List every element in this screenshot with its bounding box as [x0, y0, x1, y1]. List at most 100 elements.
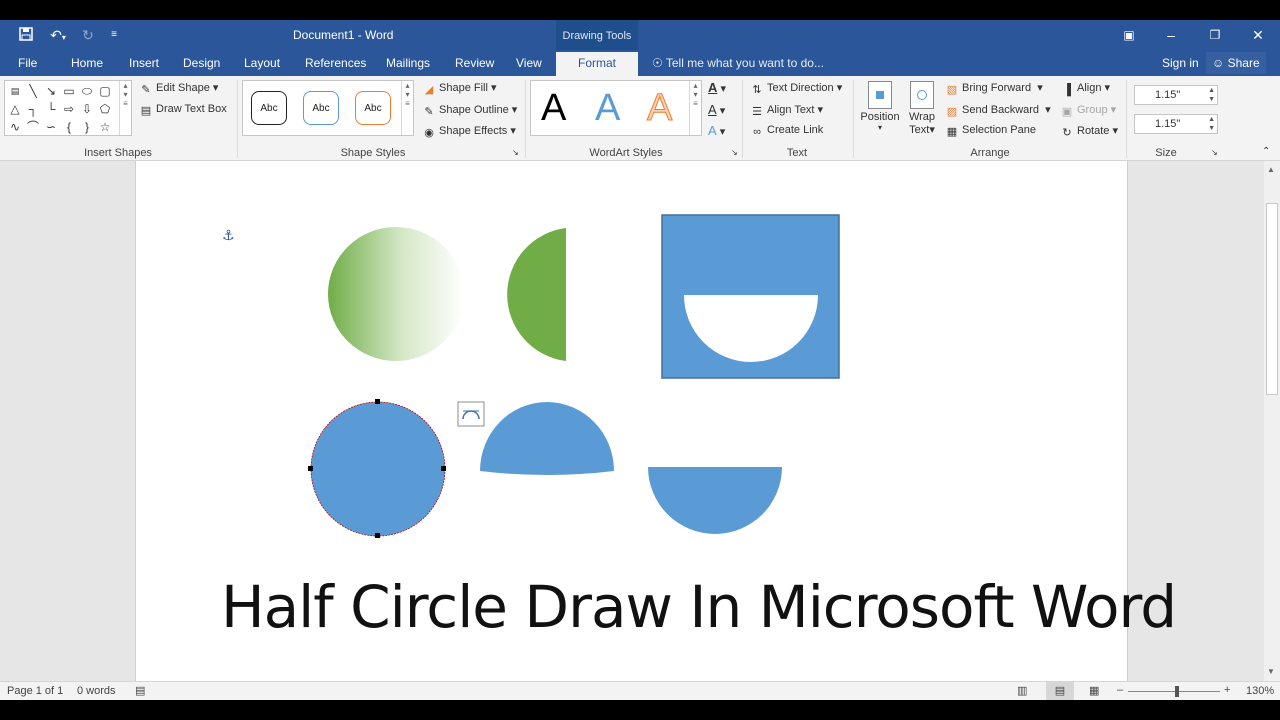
shape-height-field[interactable]: 1.15" ▲ ▼: [1134, 85, 1218, 105]
print-layout-icon[interactable]: ▤: [1046, 682, 1074, 700]
sign-in-link[interactable]: Sign in: [1162, 56, 1199, 70]
position-button[interactable]: Position ▾: [859, 81, 901, 132]
draw-text-box-button[interactable]: ▤ Draw Text Box: [139, 103, 227, 117]
shape-styles-launcher-icon[interactable]: ↘: [512, 148, 519, 157]
blue-upper-half-circle-shape[interactable]: [480, 402, 614, 475]
zoom-level[interactable]: 130%: [1246, 685, 1274, 697]
tab-file[interactable]: File: [18, 56, 37, 70]
width-spinner-icon[interactable]: ▲ ▼: [1208, 115, 1215, 133]
star-shape-icon[interactable]: ☆: [97, 119, 113, 135]
size-launcher-icon[interactable]: ↘: [1211, 148, 1218, 157]
text-box-shape-icon[interactable]: ▤: [7, 83, 23, 99]
wordart-gallery[interactable]: A A A ▴ ▾ ≡: [530, 80, 702, 136]
wordart-style-orange[interactable]: A: [646, 87, 672, 130]
tab-format[interactable]: Format: [556, 52, 638, 76]
text-fill-button[interactable]: A ▾: [708, 80, 726, 95]
customize-icon[interactable]: ≡: [104, 26, 124, 44]
wordart-style-black[interactable]: A: [541, 87, 566, 130]
rounded-rectangle-shape-icon[interactable]: ▢: [97, 83, 113, 99]
edit-shape-button[interactable]: ✎ Edit Shape ▾: [139, 81, 218, 96]
shapes-gallery[interactable]: ▤ ╲ ↘ ▭ ⬭ ▢ △ ┐ └ ⇨ ⇩ ⬠ ∿ ⌒ ∽ { } ☆ ▴ ▾ ≡: [4, 80, 132, 136]
tab-view[interactable]: View: [516, 56, 542, 70]
ribbon-display-icon[interactable]: ▣: [1117, 24, 1141, 46]
height-spinner-icon[interactable]: ▲ ▼: [1208, 86, 1215, 104]
bring-forward-button[interactable]: ▧ Bring Forward ▾: [945, 81, 1043, 96]
pentagon-shape-icon[interactable]: ⬠: [97, 101, 113, 117]
shape-style-orange[interactable]: Abc: [355, 91, 391, 125]
minimize-icon[interactable]: –: [1159, 24, 1183, 46]
blue-lower-half-circle-shape[interactable]: [648, 467, 782, 534]
line-shape-icon[interactable]: ╲: [25, 83, 41, 99]
tab-layout[interactable]: Layout: [244, 56, 280, 70]
close-icon[interactable]: ✕: [1246, 24, 1270, 46]
shape-width-field[interactable]: 1.15" ▲ ▼: [1134, 114, 1218, 134]
wordart-gallery-scroll[interactable]: ▴ ▾ ≡: [689, 81, 701, 135]
left-brace-shape-icon[interactable]: {: [61, 119, 77, 135]
tab-home[interactable]: Home: [71, 56, 103, 70]
text-effects-button[interactable]: A ▾: [708, 123, 725, 138]
shape-effects-button[interactable]: ◉ Shape Effects ▾: [422, 124, 516, 139]
elbow-connector-shape-icon[interactable]: ┐: [25, 101, 41, 117]
page-count[interactable]: Page 1 of 1: [7, 685, 63, 697]
wordart-launcher-icon[interactable]: ↘: [731, 148, 738, 157]
undo-icon[interactable]: ↶▾: [44, 26, 72, 44]
redo-icon[interactable]: ↻: [78, 26, 98, 44]
freeform-shape-icon[interactable]: ∿: [7, 119, 23, 135]
wordart-style-blue[interactable]: A: [595, 87, 620, 130]
rectangle-shape-icon[interactable]: ▭: [61, 83, 77, 99]
tell-me-search[interactable]: ☉ Tell me what you want to do...: [652, 56, 824, 70]
curve-shape-icon[interactable]: ∽: [43, 119, 59, 135]
arc-shape-icon[interactable]: ⌒: [25, 119, 41, 135]
selection-pane-button[interactable]: ▦ Selection Pane: [945, 124, 1036, 138]
read-mode-icon[interactable]: ▥: [1017, 684, 1027, 697]
shape-style-blue[interactable]: Abc: [303, 91, 339, 125]
elbow-arrow-shape-icon[interactable]: └: [43, 101, 59, 117]
proofing-icon[interactable]: ▤: [135, 684, 145, 697]
layout-options-icon[interactable]: [457, 401, 485, 427]
green-half-circle-shape[interactable]: [507, 228, 566, 361]
shape-styles-gallery-scroll[interactable]: ▴ ▾ ≡: [401, 81, 413, 135]
shape-styles-gallery[interactable]: Abc Abc Abc ▴ ▾ ≡: [242, 80, 414, 136]
shape-style-black[interactable]: Abc: [251, 91, 287, 125]
align-button[interactable]: ▐ Align ▾: [1060, 81, 1110, 96]
zoom-slider-thumb[interactable]: [1175, 686, 1179, 697]
share-button[interactable]: ☺ Share: [1206, 52, 1266, 74]
tab-review[interactable]: Review: [455, 56, 494, 70]
zoom-out-icon[interactable]: –: [1117, 684, 1123, 696]
tab-insert[interactable]: Insert: [129, 56, 159, 70]
group-button[interactable]: ▣ Group ▾: [1060, 103, 1116, 118]
right-brace-shape-icon[interactable]: }: [79, 119, 95, 135]
create-link-button[interactable]: ∞ Create Link: [750, 124, 823, 138]
scroll-down-icon[interactable]: ▼: [1267, 667, 1275, 676]
zoom-slider[interactable]: [1128, 691, 1220, 692]
gradient-circle-shape[interactable]: [328, 227, 464, 361]
selected-blue-circle-shape[interactable]: [310, 401, 446, 537]
text-direction-button[interactable]: ⇅ Text Direction ▾: [750, 81, 842, 96]
rotate-button[interactable]: ↻ Rotate ▾: [1060, 124, 1118, 139]
collapse-ribbon-icon[interactable]: ⌃: [1262, 146, 1270, 157]
shape-fill-button[interactable]: ◢ Shape Fill ▾: [422, 81, 497, 96]
vertical-scrollbar[interactable]: ▲ ▼: [1264, 161, 1280, 681]
tab-design[interactable]: Design: [183, 56, 220, 70]
web-layout-icon[interactable]: ▦: [1089, 684, 1099, 697]
zoom-in-icon[interactable]: +: [1224, 684, 1230, 696]
shapes-gallery-scroll[interactable]: ▴ ▾ ≡: [119, 81, 131, 135]
restore-icon[interactable]: ❐: [1203, 24, 1227, 46]
arrow-line-shape-icon[interactable]: ↘: [43, 83, 59, 99]
scroll-up-icon[interactable]: ▲: [1267, 165, 1275, 174]
tab-references[interactable]: References: [305, 56, 366, 70]
tab-mailings[interactable]: Mailings: [386, 56, 430, 70]
save-icon[interactable]: [16, 26, 36, 44]
document-page[interactable]: ⚓ Half Circle Draw In Microsoft Word: [135, 161, 1177, 681]
shape-outline-button[interactable]: ✎ Shape Outline ▾: [422, 103, 517, 118]
right-arrow-shape-icon[interactable]: ⇨: [61, 101, 77, 117]
scrollbar-thumb[interactable]: [1266, 203, 1278, 395]
align-text-button[interactable]: ☰ Align Text ▾: [750, 103, 823, 118]
word-count[interactable]: 0 words: [77, 685, 116, 697]
wrap-text-button[interactable]: Wrap Text▾: [905, 81, 939, 136]
text-outline-button[interactable]: A ▾: [708, 102, 725, 117]
down-arrow-shape-icon[interactable]: ⇩: [79, 101, 95, 117]
triangle-shape-icon[interactable]: △: [7, 101, 23, 117]
send-backward-button[interactable]: ▨ Send Backward ▾: [945, 103, 1051, 118]
oval-shape-icon[interactable]: ⬭: [79, 83, 95, 99]
